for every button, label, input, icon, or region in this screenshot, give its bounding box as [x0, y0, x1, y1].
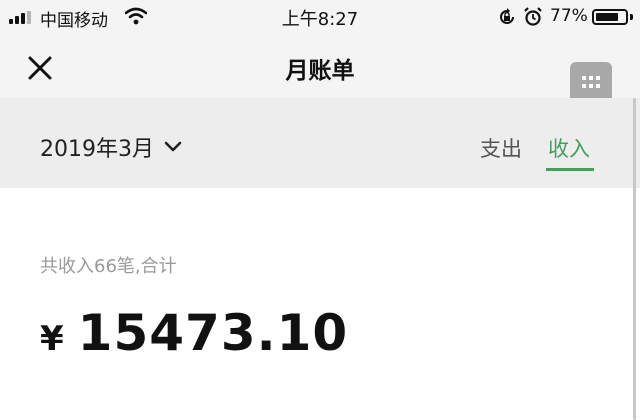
rotation-lock-icon: [500, 8, 514, 24]
month-label: 2019年3月: [40, 137, 154, 162]
page-title: 月账单: [285, 58, 355, 84]
currency-symbol: ¥: [40, 319, 64, 359]
status-time: 上午8:27: [281, 9, 359, 30]
navigation-bar: 月账单: [0, 34, 640, 104]
alarm-clock-icon: [524, 7, 542, 26]
month-selector[interactable]: 2019年3月: [40, 131, 182, 163]
income-summary-caption: 共收入66笔,合计: [40, 256, 177, 277]
active-tab-indicator: [546, 168, 594, 171]
tab-expense[interactable]: 支出: [480, 133, 522, 163]
amount-value: 15473.10: [77, 304, 349, 362]
tab-income[interactable]: 收入: [548, 133, 590, 163]
scrollbar[interactable]: [633, 98, 636, 420]
total-amount: ¥ 15473.10: [40, 304, 348, 362]
battery-percentage: 77%: [550, 6, 588, 26]
status-bar: 中国移动 上午8:27 77%: [0, 0, 640, 34]
filter-bar: 2019年3月 支出 收入: [0, 98, 640, 188]
chevron-down-icon: [164, 141, 182, 152]
battery-cap: [630, 14, 633, 20]
battery-icon: [592, 9, 628, 25]
summary-panel: 共收入66笔,合计 ¥ 15473.10: [0, 188, 640, 420]
